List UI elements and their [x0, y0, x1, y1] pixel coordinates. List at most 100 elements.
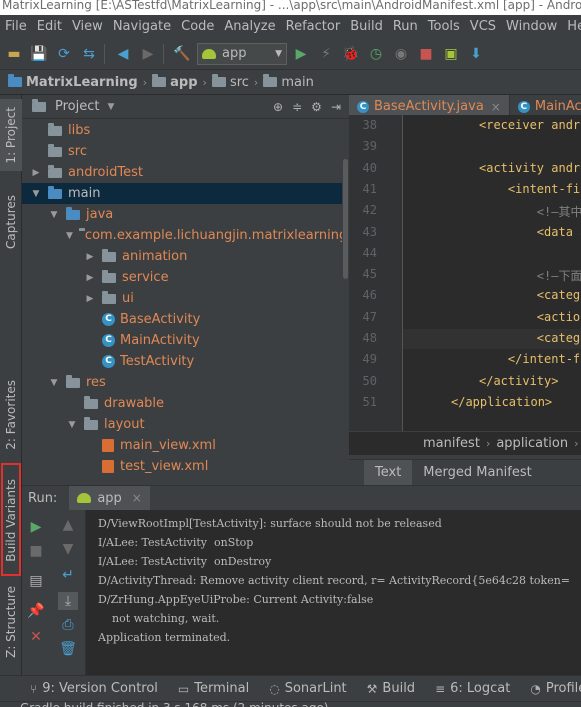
breadcrumb-item[interactable]: MatrixLearning [8, 74, 138, 90]
manifest-tab-text[interactable]: Text [364, 460, 413, 485]
tool-tab-favorites[interactable]: 2: Favorites [0, 373, 22, 457]
sync-icon[interactable]: ⟳ [53, 43, 75, 65]
tree-item[interactable]: ▶ service [22, 267, 342, 288]
back-icon[interactable]: ◀ [112, 43, 134, 65]
make-project-icon[interactable]: 🔨 [171, 43, 193, 65]
close-icon[interactable]: ✕ [26, 628, 46, 646]
tree-item[interactable]: ▼ main [22, 183, 342, 204]
menu-item-window[interactable]: Window [501, 19, 562, 34]
chevron-down-icon[interactable]: ▼ [48, 378, 60, 388]
gear-icon[interactable]: ⚙ [311, 100, 322, 114]
menu-item-analyze[interactable]: Analyze [219, 19, 280, 34]
tree-item[interactable]: ▼ layout [22, 414, 342, 435]
bottom-tab[interactable]: ⑂ 9: Version Control [30, 681, 158, 696]
chevron-right-icon[interactable]: ▶ [30, 168, 42, 178]
tree-item[interactable]: ▶ androidTest [22, 162, 342, 183]
bottom-tab[interactable]: ◔ Profiler [530, 681, 581, 696]
run-console[interactable]: D/ViewRootImpl[TestActivity]: surface sh… [86, 510, 581, 675]
arrow-down-icon[interactable]: ▼ [58, 540, 78, 558]
tree-item-label: src [68, 144, 87, 159]
tree-item[interactable]: ▼ java [22, 204, 342, 225]
menu-item-run[interactable]: Run [388, 19, 423, 34]
print-icon[interactable]: ⎙ [58, 616, 78, 634]
menu-item-file[interactable]: File [0, 19, 32, 34]
tree-item[interactable]: C MainActivity [22, 330, 342, 351]
chevron-down-icon[interactable]: ▼ [30, 189, 42, 199]
close-icon[interactable]: × [132, 491, 142, 505]
chevron-right-icon[interactable]: ▶ [84, 294, 96, 304]
save-icon[interactable]: 💾 [28, 43, 50, 65]
run-config-select[interactable]: app ▼ [197, 42, 287, 65]
chevron-right-icon[interactable]: ▶ [84, 273, 96, 283]
chevron-down-icon[interactable]: ▼ [66, 231, 73, 241]
bottom-tab[interactable]: ▭ Terminal [178, 681, 249, 696]
menu-item-tools[interactable]: Tools [423, 19, 465, 34]
pin-icon[interactable]: 📌 [26, 602, 46, 620]
menu-item-navigate[interactable]: Navigate [108, 19, 176, 34]
tree-item[interactable]: src [22, 141, 342, 162]
close-icon[interactable]: × [491, 100, 501, 114]
project-scrollbar[interactable] [342, 119, 349, 485]
tree-item[interactable]: C BaseActivity [22, 309, 342, 330]
bottom-tab[interactable]: ⚒ Build [367, 681, 415, 696]
breadcrumb-item[interactable]: app [152, 74, 198, 90]
run-tab-app[interactable]: app × [69, 486, 150, 510]
tree-item[interactable]: drawable [22, 393, 342, 414]
forward-icon[interactable]: ▶ [137, 43, 159, 65]
chevron-right-icon: › [142, 75, 148, 89]
breadcrumb-item[interactable]: main [263, 74, 314, 90]
debug-icon[interactable]: 🐞 [340, 43, 362, 65]
stop-icon[interactable]: ■ [26, 542, 46, 560]
tool-tab-structure[interactable]: Z: Structure [0, 581, 22, 663]
breadcrumb-item[interactable]: src [211, 74, 249, 90]
scroll-to-end-icon[interactable]: ⤓ [58, 592, 78, 610]
apply-changes-icon[interactable]: ⚡ [315, 43, 337, 65]
editor-breadcrumb-item[interactable]: manifest [423, 436, 480, 451]
chevron-down-icon[interactable]: ▼ [107, 102, 114, 112]
stop-icon[interactable]: ■ [415, 43, 437, 65]
menu-item-refactor[interactable]: Refactor [281, 19, 346, 34]
layout-icon[interactable]: ▤ [26, 572, 46, 590]
tree-item[interactable]: ▼ res [22, 372, 342, 393]
tree-item[interactable]: C TestActivity [22, 351, 342, 372]
profile-icon[interactable]: ◷ [365, 43, 387, 65]
collapse-all-icon[interactable]: ≑ [292, 100, 302, 114]
tree-item[interactable]: main_view.xml [22, 435, 342, 456]
sdk-manager-icon[interactable]: ⬇ [465, 43, 487, 65]
tree-item[interactable]: ▶ ui [22, 288, 342, 309]
editor-breadcrumb-item[interactable]: application [496, 436, 568, 451]
chevron-right-icon[interactable]: ▶ [84, 252, 96, 262]
menu-item-code[interactable]: Code [176, 19, 219, 34]
sync-gradle-icon[interactable]: ⇆ [78, 43, 100, 65]
menu-item-build[interactable]: Build [345, 19, 388, 34]
soft-wrap-icon[interactable]: ↵ [58, 566, 78, 584]
line-number: 50 [362, 373, 377, 388]
menu-item-help[interactable]: Help [562, 19, 581, 34]
scrollbar-thumb[interactable] [343, 159, 348, 279]
attach-debugger-icon[interactable]: ◉ [390, 43, 412, 65]
bottom-tab[interactable]: ≡ 6: Logcat [435, 681, 510, 696]
tree-item[interactable]: libs [22, 120, 342, 141]
manifest-tab-merged[interactable]: Merged Manifest [412, 460, 542, 485]
trash-icon[interactable]: 🗑 [58, 640, 78, 658]
project-view-select[interactable]: Project [55, 99, 99, 114]
rerun-icon[interactable]: ▶ [26, 518, 46, 536]
menu-item-view[interactable]: View [67, 19, 108, 34]
bottom-tab[interactable]: ◌ SonarLint [269, 681, 346, 696]
scroll-from-source-icon[interactable]: ⊕ [273, 100, 283, 114]
tree-item[interactable]: test_view.xml [22, 456, 342, 477]
tool-tab-captures[interactable]: Captures [0, 187, 22, 257]
open-folder-icon[interactable]: ▬ [3, 43, 25, 65]
tool-tab-project[interactable]: 1: Project [0, 99, 22, 171]
tree-item[interactable]: ▶ animation [22, 246, 342, 267]
run-icon[interactable]: ▶ [290, 43, 312, 65]
tree-item[interactable]: ▼ com.example.lichuangjin.matrixlearning [22, 225, 342, 246]
menu-item-edit[interactable]: Edit [32, 19, 67, 34]
chevron-down-icon[interactable]: ▼ [66, 420, 78, 430]
code-editor[interactable]: <receiver andro <activity andro <intent-f… [403, 115, 581, 431]
menu-item-vcs[interactable]: VCS [465, 19, 501, 34]
hide-icon[interactable]: ⇥ [331, 100, 341, 114]
arrow-up-icon[interactable]: ▲ [58, 516, 78, 534]
chevron-down-icon[interactable]: ▼ [48, 210, 60, 220]
avd-manager-icon[interactable]: ▣ [440, 43, 462, 65]
